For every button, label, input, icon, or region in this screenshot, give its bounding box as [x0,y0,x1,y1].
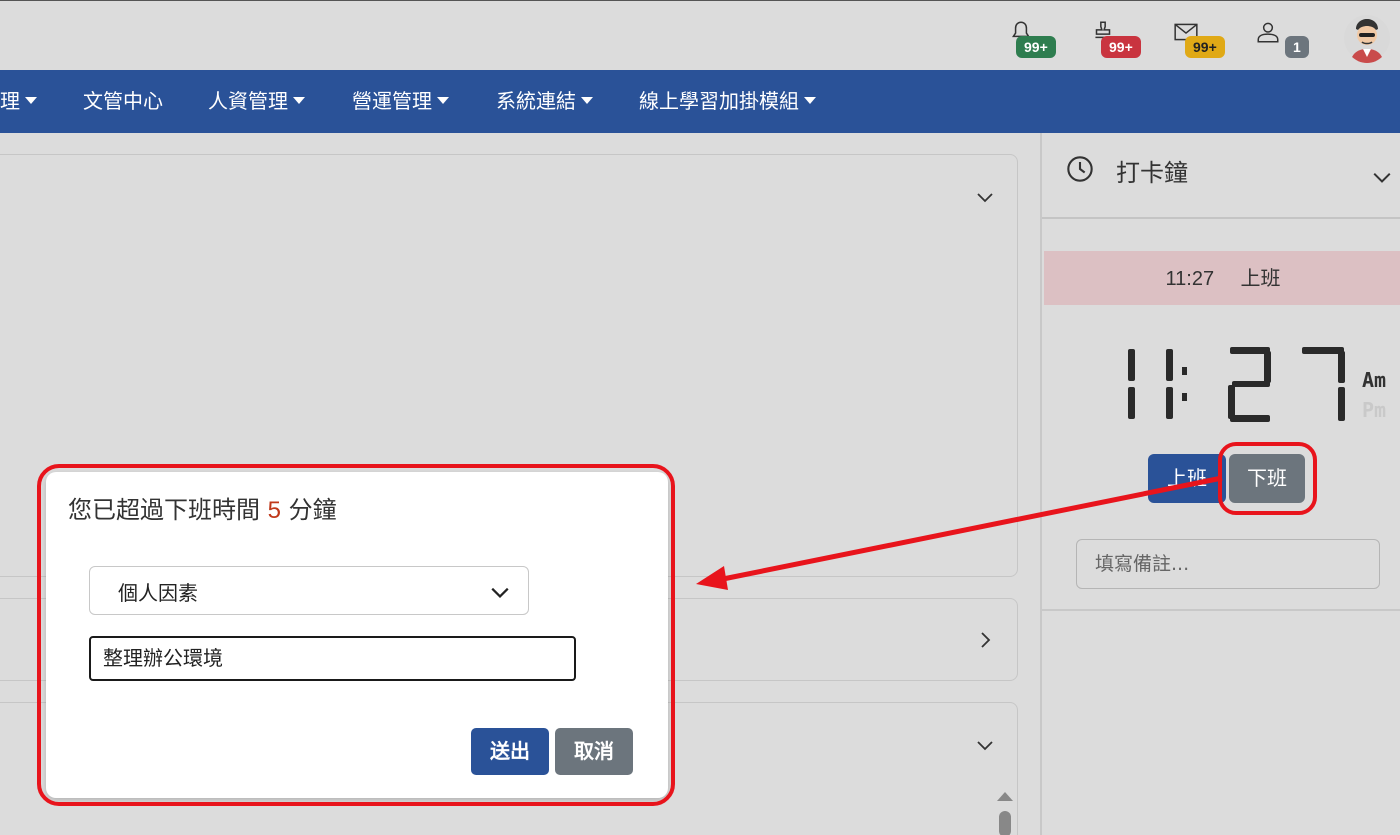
digital-clock-display: Am Pm [1128,347,1386,422]
avatar[interactable] [1344,13,1390,63]
nav-item-label: 系統連結 [496,89,576,113]
nav-item-label: 營運管理 [352,89,432,113]
nav-item-label: 理 [0,89,20,113]
nav-item-document-center[interactable]: 文管中心 [83,70,163,133]
approvals-badge: 99+ [1101,36,1141,58]
clock-in-button[interactable]: 上班 [1148,454,1226,503]
notifications-badge: 99+ [1016,36,1056,58]
punch-clock-title: 打卡鐘 [1116,159,1188,187]
pm-indicator: Pm [1362,398,1386,422]
nav-item-system-links[interactable]: 系統連結 [496,70,593,133]
nav-item-label: 人資管理 [208,89,288,113]
chevron-down-icon[interactable] [1372,167,1392,187]
caret-down-icon [437,97,449,104]
main-nav: 理 文管中心 人資管理 營運管理 系統連結 線上學習加掛模組 [0,70,1400,133]
online-users-badge: 1 [1285,36,1309,58]
punch-clock-widget: 打卡鐘 11:27 上班 Am Pm 上班 下班 填寫備註... [1040,133,1400,835]
online-users-button[interactable] [1255,19,1287,51]
top-header: 99+ 99+ 99+ 1 [0,0,1400,70]
am-indicator: Am [1362,368,1386,392]
nav-item-hr[interactable]: 人資管理 [208,70,305,133]
note-input[interactable]: 填寫備註... [1076,539,1380,589]
caret-down-icon [804,97,816,104]
nav-item-admin[interactable]: 理 [0,70,37,133]
user-icon [1257,22,1279,43]
chevron-right-icon[interactable] [976,631,994,649]
nav-item-label: 線上學習加掛模組 [639,89,799,113]
punch-status-bar: 11:27 上班 [1044,251,1400,305]
messages-badge: 99+ [1185,36,1225,58]
caret-down-icon [25,97,37,104]
punch-clock-header[interactable]: 打卡鐘 [1042,133,1400,219]
status-label: 上班 [1240,268,1281,290]
scroll-up-arrow[interactable] [997,792,1013,801]
nav-item-operations[interactable]: 營運管理 [352,70,449,133]
sidebar-divider [1042,609,1400,611]
digital-clock: Am Pm [1122,345,1400,425]
chevron-down-icon[interactable] [976,736,994,754]
dialog-highlight [37,464,675,806]
caret-down-icon [293,97,305,104]
scrollbar-thumb[interactable] [999,811,1011,835]
nav-item-label: 文管中心 [83,89,163,113]
clock-out-highlight [1218,442,1317,515]
status-time: 11:27 [1165,268,1215,290]
avatar-image [1344,15,1390,63]
nav-item-elearning[interactable]: 線上學習加掛模組 [639,70,816,133]
caret-down-icon [581,97,593,104]
chevron-down-icon[interactable] [976,188,994,206]
clock-icon [1067,156,1093,182]
